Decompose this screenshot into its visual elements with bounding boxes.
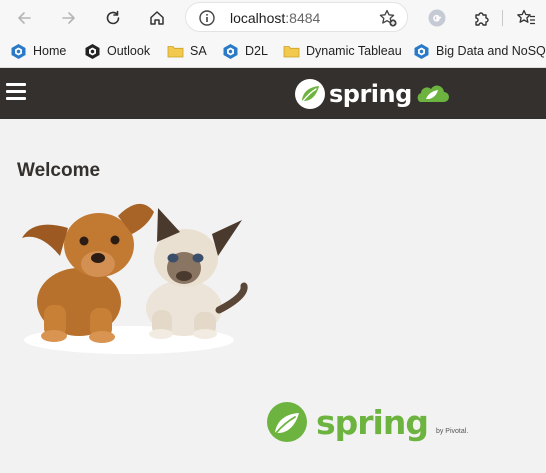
bookmark-sa[interactable]: SA bbox=[167, 41, 207, 61]
hamburger-icon-bar bbox=[6, 90, 26, 93]
toolbar-divider bbox=[502, 10, 503, 26]
back-button[interactable] bbox=[10, 4, 38, 32]
bookmark-big-data[interactable]: Big Data and NoSQ... bbox=[413, 41, 546, 61]
spring-leaf-icon bbox=[295, 79, 325, 109]
bookmark-label: SA bbox=[190, 44, 207, 58]
bookmark-home[interactable]: Home bbox=[10, 41, 66, 61]
bookmark-label: Big Data and NoSQ... bbox=[436, 44, 546, 58]
cube-icon bbox=[223, 43, 238, 59]
profile-g-icon bbox=[428, 9, 446, 27]
url-port: :8484 bbox=[285, 10, 321, 26]
browser-toolbar: localhost:8484 bbox=[0, 0, 546, 35]
puppy-and-kitten-image bbox=[22, 203, 248, 354]
cube-icon bbox=[414, 43, 429, 59]
reload-button[interactable] bbox=[99, 4, 127, 32]
folder-icon bbox=[283, 45, 300, 57]
bookmark-dynamic-tableau[interactable]: Dynamic Tableau bbox=[283, 41, 402, 61]
pets-image bbox=[14, 190, 250, 365]
favorites-star-icon bbox=[517, 9, 535, 25]
url-text[interactable]: localhost:8484 bbox=[230, 10, 320, 26]
spring-leaf-icon bbox=[267, 402, 307, 442]
page-title: Welcome bbox=[17, 160, 101, 181]
extensions-button[interactable] bbox=[467, 4, 495, 32]
header-logo[interactable]: spring bbox=[294, 78, 450, 110]
cube-icon bbox=[11, 43, 26, 59]
footer-logo: spring by Pivotal. bbox=[266, 401, 468, 443]
add-favorite-button[interactable] bbox=[378, 8, 398, 33]
cube-dark-icon bbox=[85, 43, 100, 59]
bookmark-outlook[interactable]: Outlook bbox=[84, 41, 150, 61]
app-header: spring bbox=[0, 68, 546, 119]
star-plus-icon bbox=[379, 9, 397, 27]
bookmark-d2l[interactable]: D2L bbox=[222, 41, 268, 61]
forward-button[interactable] bbox=[55, 4, 83, 32]
footer-by-pivotal: by Pivotal. bbox=[435, 427, 469, 435]
site-info-button[interactable] bbox=[198, 9, 216, 32]
menu-button[interactable] bbox=[6, 83, 27, 103]
bookmark-label: Home bbox=[33, 44, 67, 58]
hamburger-icon-bar bbox=[6, 97, 26, 100]
url-host: localhost bbox=[230, 10, 286, 26]
reload-icon bbox=[106, 10, 120, 25]
favorites-button[interactable] bbox=[512, 4, 540, 32]
forward-arrow-icon bbox=[62, 12, 75, 24]
hamburger-icon-bar bbox=[6, 83, 26, 86]
home-button[interactable] bbox=[143, 4, 171, 32]
bookmark-label: D2L bbox=[245, 44, 268, 58]
bookmarks-bar: Home Outlook SA D2L Dynamic Tableau Big … bbox=[0, 35, 546, 68]
bookmark-label: Dynamic Tableau bbox=[306, 44, 402, 58]
footer-brand-text: spring bbox=[316, 402, 429, 442]
cloud-leaf-icon bbox=[417, 85, 449, 102]
folder-icon bbox=[167, 45, 184, 57]
info-icon bbox=[199, 10, 215, 26]
back-arrow-icon bbox=[18, 12, 31, 24]
address-bar[interactable]: localhost:8484 bbox=[185, 2, 408, 32]
header-brand-text: spring bbox=[329, 80, 412, 108]
profile-button[interactable] bbox=[423, 4, 451, 32]
bookmark-label: Outlook bbox=[107, 44, 151, 58]
home-icon bbox=[150, 11, 164, 25]
puzzle-icon bbox=[475, 12, 489, 26]
